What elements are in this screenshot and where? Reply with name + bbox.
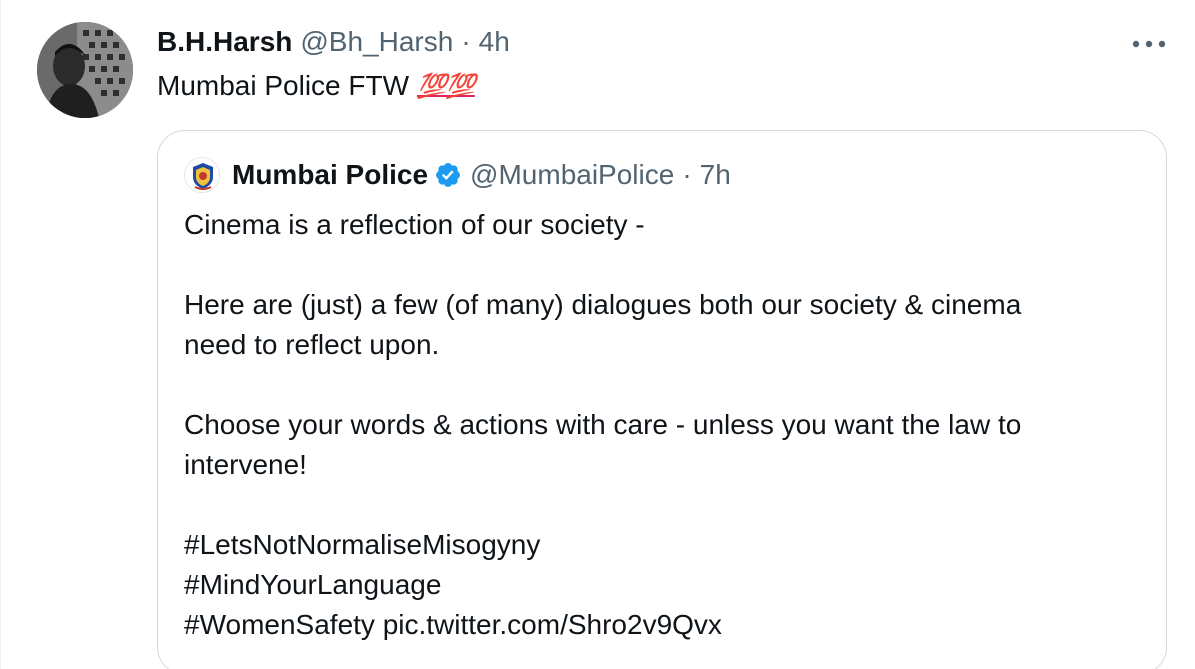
quoted-text-line: need to reflect upon. [184,329,440,360]
quoted-tweet[interactable]: Mumbai Police @MumbaiPolice · 7h Cinema … [157,130,1167,669]
quoted-text-line: Cinema is a reflection of our society - [184,209,645,240]
tweet: B.H.Harsh @Bh_Harsh · 4h Mumbai Police F… [0,0,1195,669]
tweet-text: Mumbai Police FTW 💯💯 [157,68,476,104]
tweet-text-content: Mumbai Police FTW [157,70,410,101]
hundred-points-emoji: 💯💯 [417,72,476,100]
separator-dot: · [461,26,471,57]
hashtag-link[interactable]: #LetsNotNormaliseMisogyny [184,525,540,565]
tweet-header: B.H.Harsh @Bh_Harsh · 4h [157,24,510,60]
hashtag-link[interactable]: #WomenSafety pic.twitter.com/Shro2v9Qvx [184,605,722,645]
avatar[interactable] [37,22,133,118]
quoted-text-line: Here are (just) a few (of many) dialogue… [184,289,1022,320]
quoted-user-handle[interactable]: @MumbaiPolice [470,159,674,191]
quoted-tweet-header: Mumbai Police @MumbaiPolice · 7h [184,155,731,195]
quoted-separator-dot: · [682,159,692,190]
verified-badge-icon [434,161,462,189]
quoted-text-line: Choose your words & actions with care - … [184,409,1022,440]
user-handle[interactable]: @Bh_Harsh [300,24,453,60]
quoted-display-name[interactable]: Mumbai Police [232,159,428,191]
quoted-timestamp[interactable]: 7h [700,159,731,191]
display-name[interactable]: B.H.Harsh [157,24,292,60]
hashtag-link[interactable]: #MindYourLanguage [184,565,441,605]
quoted-avatar[interactable] [184,157,220,193]
timestamp[interactable]: 4h [479,24,510,60]
quoted-text-line: intervene! [184,449,307,480]
more-horizontal-icon[interactable] [1129,34,1169,54]
